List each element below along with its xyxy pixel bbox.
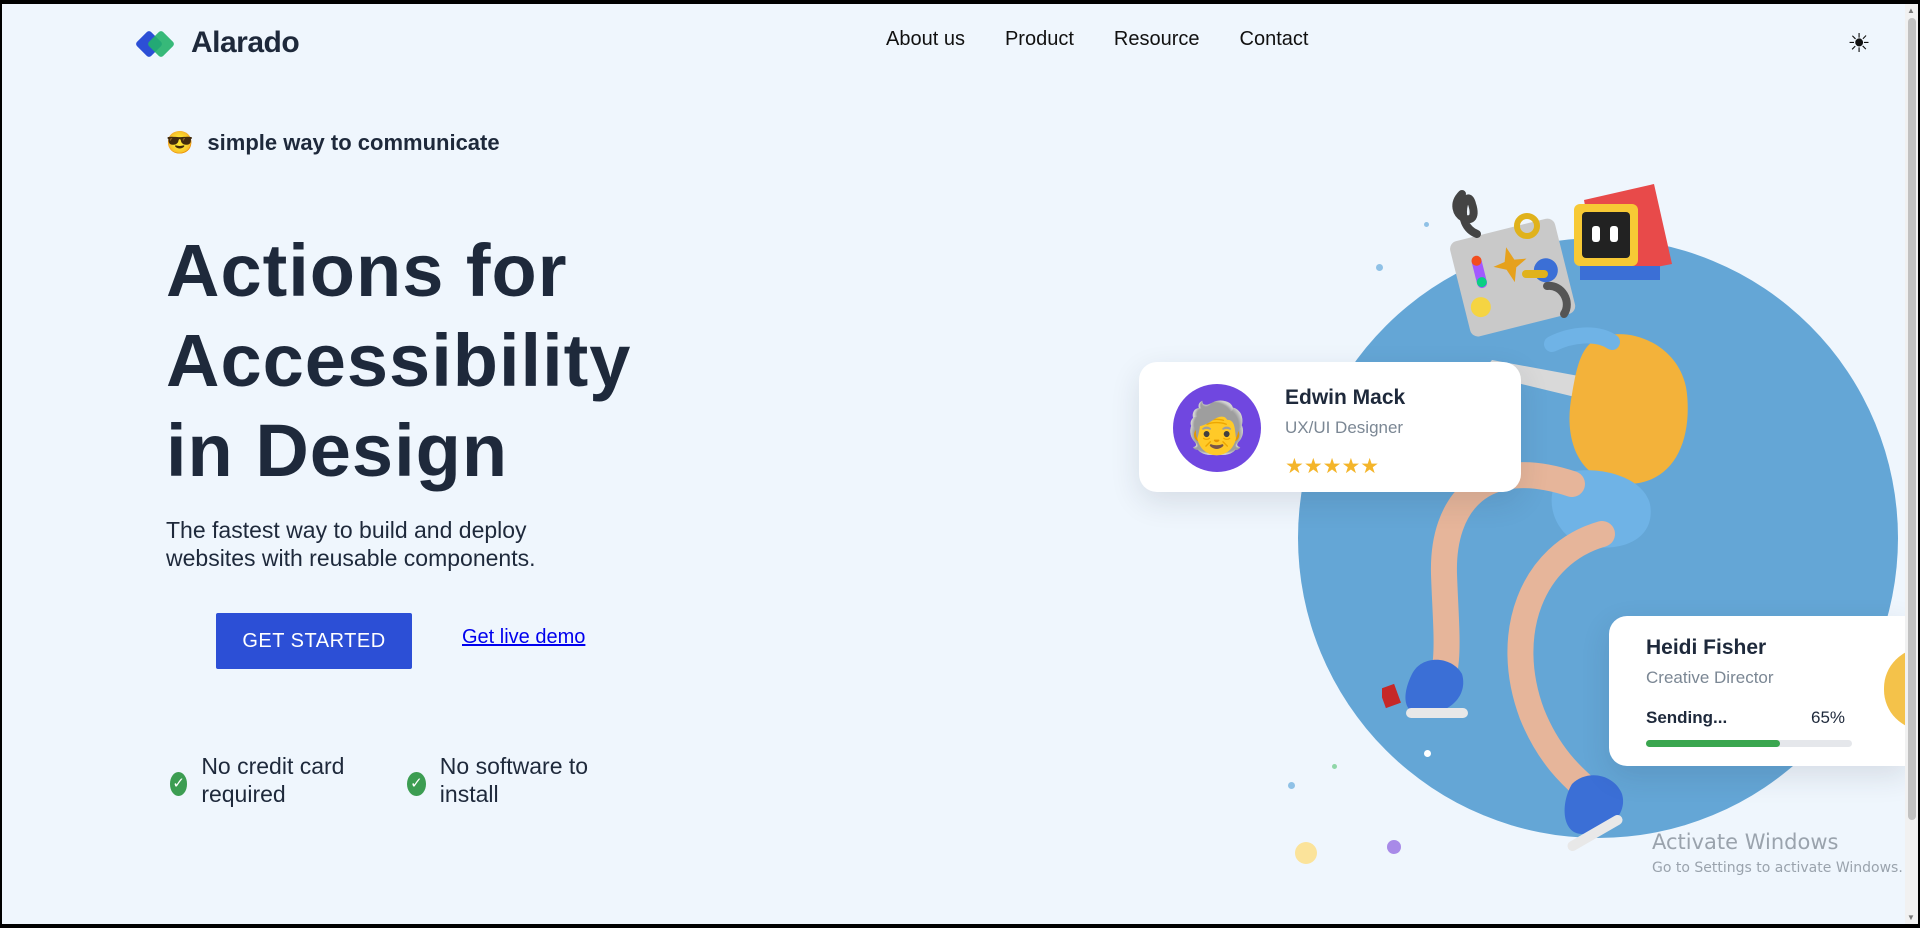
- hero-subtext: The fastest way to build and deploy webs…: [166, 517, 536, 571]
- watermark-subtitle: Go to Settings to activate Windows.: [1652, 860, 1903, 876]
- hero-tagline: 😎 simple way to communicate: [166, 130, 500, 156]
- page-viewport: Alarado About us Product Resource Contac…: [2, 4, 1905, 924]
- feature-text: No credit card required: [201, 753, 345, 807]
- hero-headline: Actions for Accessibility in Design: [166, 226, 631, 496]
- nav-resource[interactable]: Resource: [1114, 28, 1200, 51]
- profile-name: Edwin Mack: [1285, 386, 1406, 409]
- decor-dot: [1288, 782, 1295, 789]
- headline-line-3: in Design: [166, 409, 509, 492]
- profile-card: 🧓 Edwin Mack UX/UI Designer ★★★★★: [1139, 362, 1521, 492]
- brand-name: Alarado: [191, 26, 300, 59]
- progress-bar: [1646, 740, 1852, 747]
- live-demo-link[interactable]: Get live demo: [462, 626, 585, 649]
- sunglasses-emoji-icon: 😎: [166, 130, 194, 155]
- feature-text: No software to install: [439, 753, 589, 807]
- activation-watermark: Activate Windows Go to Settings to activ…: [1652, 830, 1903, 876]
- feature-no-software: ✓ No software to install: [407, 752, 607, 808]
- star-rating-icon: ★★★★★: [1285, 455, 1380, 478]
- scrollbar-thumb[interactable]: [1908, 18, 1916, 820]
- profile-role: UX/UI Designer: [1285, 418, 1404, 437]
- nav-about-us[interactable]: About us: [886, 28, 965, 51]
- vertical-scrollbar[interactable]: ▲ ▼: [1905, 4, 1918, 924]
- check-circle-icon: ✓: [407, 772, 426, 796]
- brand-logo[interactable]: Alarado: [134, 26, 300, 60]
- sun-icon[interactable]: ☀: [1844, 28, 1874, 58]
- nav-contact[interactable]: Contact: [1240, 28, 1309, 51]
- decor-dot: [1295, 842, 1317, 864]
- headline-line-1: Actions for: [166, 229, 568, 312]
- progress-bar-fill: [1646, 740, 1780, 747]
- logo-mark-icon: [134, 26, 177, 60]
- scroll-up-arrow-icon[interactable]: ▲: [1907, 6, 1915, 15]
- sender-name: Heidi Fisher: [1646, 636, 1767, 659]
- sending-percent: 65%: [1811, 708, 1846, 727]
- character-illustration: [1382, 184, 1688, 851]
- watermark-title: Activate Windows: [1652, 830, 1839, 854]
- main-nav: About us Product Resource Contact: [886, 28, 1308, 51]
- get-started-button[interactable]: GET STARTED: [216, 613, 412, 669]
- sending-card: Heidi Fisher Creative Director Sending..…: [1609, 616, 1905, 766]
- tagline-text: simple way to communicate: [207, 130, 500, 155]
- avatar: 🧓: [1173, 384, 1261, 472]
- decor-dot: [1332, 764, 1337, 769]
- sending-status: Sending...: [1646, 708, 1728, 727]
- scroll-down-arrow-icon[interactable]: ▼: [1907, 913, 1915, 922]
- check-circle-icon: ✓: [170, 772, 188, 796]
- sender-role: Creative Director: [1646, 668, 1774, 687]
- headline-line-2: Accessibility: [166, 319, 632, 402]
- nav-product[interactable]: Product: [1005, 28, 1074, 51]
- feature-no-credit-card: ✓ No credit card required: [170, 752, 370, 808]
